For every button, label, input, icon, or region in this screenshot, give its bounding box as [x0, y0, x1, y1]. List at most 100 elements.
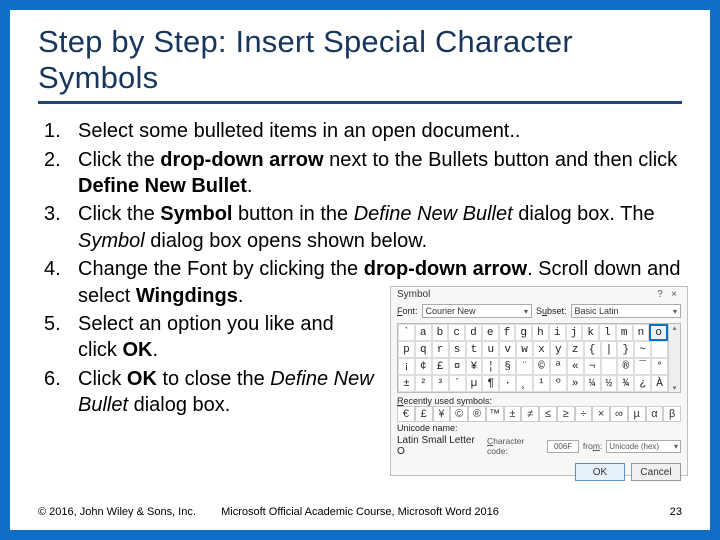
symbol-cell[interactable]: ¨ — [516, 358, 533, 375]
symbol-cell[interactable]: ¯ — [634, 358, 651, 375]
font-subset-row: Font: Courier New ▾ Subset: Basic Latin … — [391, 302, 687, 320]
symbol-cell[interactable] — [651, 341, 668, 358]
symbol-cell[interactable]: ` — [398, 324, 415, 341]
dialog-help-button[interactable]: ? — [653, 289, 667, 300]
recent-symbol-cell[interactable]: ¥ — [433, 406, 451, 422]
recent-symbol-cell[interactable]: β — [663, 406, 681, 422]
symbol-cell[interactable]: n — [633, 324, 650, 341]
symbol-cell[interactable]: ´ — [449, 375, 466, 392]
symbol-cell[interactable]: r — [432, 341, 449, 358]
recent-symbol-cell[interactable]: ÷ — [575, 406, 593, 422]
symbol-cell[interactable]: ¸ — [516, 375, 533, 392]
symbol-cell[interactable]: ª — [550, 358, 567, 375]
symbol-cell[interactable]: w — [516, 341, 533, 358]
dialog-button-row: OK Cancel — [391, 459, 687, 483]
symbol-cell[interactable]: ® — [617, 358, 634, 375]
recent-symbol-cell[interactable]: α — [646, 406, 664, 422]
symbol-cell[interactable]: f — [499, 324, 516, 341]
recent-symbol-cell[interactable]: ∞ — [610, 406, 628, 422]
from-dropdown[interactable]: Unicode (hex) ▾ — [606, 440, 681, 453]
symbol-cell[interactable]: ¢ — [415, 358, 432, 375]
symbol-cell[interactable]: x — [533, 341, 550, 358]
symbol-cell[interactable]: l — [599, 324, 616, 341]
symbol-cell[interactable]: ~ — [634, 341, 651, 358]
recent-symbol-cell[interactable]: ® — [468, 406, 486, 422]
slide: Step by Step: Insert Special Character S… — [0, 0, 720, 540]
symbol-cell[interactable]: } — [617, 341, 634, 358]
symbol-cell[interactable]: µ — [466, 375, 483, 392]
symbol-cell[interactable]: y — [550, 341, 567, 358]
symbol-cell[interactable]: c — [448, 324, 465, 341]
symbol-cell[interactable]: £ — [432, 358, 449, 375]
symbol-cell[interactable]: ¼ — [584, 375, 601, 392]
symbol-cell[interactable]: ¿ — [634, 375, 651, 392]
symbol-cell[interactable]: » — [567, 375, 584, 392]
symbol-cell[interactable]: p — [398, 341, 415, 358]
symbol-cell[interactable]: « — [567, 358, 584, 375]
subset-dropdown[interactable]: Basic Latin ▾ — [571, 304, 681, 318]
symbol-cell[interactable]: g — [515, 324, 532, 341]
close-icon[interactable]: × — [667, 289, 681, 300]
symbol-cell[interactable]: ¶ — [482, 375, 499, 392]
symbol-cell[interactable]: ­ — [601, 358, 618, 375]
step-5: Select an option you like and click OK. — [38, 311, 378, 364]
symbol-cell[interactable]: ³ — [432, 375, 449, 392]
symbol-cell[interactable]: ¥ — [466, 358, 483, 375]
recent-symbol-cell[interactable]: ± — [504, 406, 522, 422]
symbol-cell[interactable]: h — [532, 324, 549, 341]
symbol-cell[interactable]: © — [533, 358, 550, 375]
ok-button[interactable]: OK — [575, 463, 625, 481]
symbol-cell[interactable]: | — [601, 341, 618, 358]
symbol-cell[interactable]: ¹ — [533, 375, 550, 392]
symbol-cell[interactable]: e — [482, 324, 499, 341]
symbol-cell[interactable]: ½ — [601, 375, 618, 392]
recent-symbol-cell[interactable]: µ — [628, 406, 646, 422]
symbol-cell[interactable]: a — [415, 324, 432, 341]
symbol-cell[interactable]: v — [499, 341, 516, 358]
step-1-text: Select some bulleted items in an open do… — [78, 120, 520, 142]
symbol-cell[interactable]: ° — [651, 358, 668, 375]
symbol-cell[interactable]: d — [465, 324, 482, 341]
symbol-cell[interactable]: ¬ — [584, 358, 601, 375]
symbol-cell[interactable]: o — [649, 324, 668, 341]
char-code-input[interactable]: 006F — [547, 440, 579, 453]
recent-symbol-cell[interactable]: × — [592, 406, 610, 422]
symbol-cell[interactable]: { — [584, 341, 601, 358]
symbol-cell[interactable]: ¡ — [398, 358, 415, 375]
symbol-cell[interactable]: s — [449, 341, 466, 358]
symbol-cell[interactable]: ± — [398, 375, 415, 392]
grid-scrollbar[interactable]: ▴ ▾ — [668, 324, 680, 392]
recent-symbol-cell[interactable]: ≠ — [521, 406, 539, 422]
symbol-cell[interactable]: ¾ — [617, 375, 634, 392]
font-label: Font: — [397, 306, 418, 316]
symbol-cell[interactable]: i — [549, 324, 566, 341]
dialog-titlebar: Symbol ? × — [391, 287, 687, 302]
recent-symbol-cell[interactable]: ™ — [486, 406, 504, 422]
symbol-grid: `abcdefghijklmno pqrstuvwxyz{|}~ ¡¢£¤¥¦§¨… — [397, 323, 681, 393]
scroll-down-icon[interactable]: ▾ — [673, 384, 677, 392]
symbol-cell[interactable]: u — [482, 341, 499, 358]
symbol-cell[interactable]: · — [499, 375, 516, 392]
symbol-cell[interactable]: k — [582, 324, 599, 341]
recent-symbol-cell[interactable]: £ — [415, 406, 433, 422]
symbol-cell[interactable]: ¦ — [482, 358, 499, 375]
cancel-button[interactable]: Cancel — [631, 463, 681, 481]
symbol-cell[interactable]: b — [432, 324, 449, 341]
symbol-cell[interactable]: t — [466, 341, 483, 358]
symbol-cell[interactable]: q — [415, 341, 432, 358]
symbol-cell[interactable]: À — [651, 375, 668, 392]
recent-label: Recently used symbols: — [391, 395, 687, 406]
symbol-cell[interactable]: m — [616, 324, 633, 341]
symbol-cell[interactable]: j — [566, 324, 583, 341]
symbol-cell[interactable]: º — [550, 375, 567, 392]
recent-symbol-cell[interactable]: ≤ — [539, 406, 557, 422]
symbol-cell[interactable]: ¤ — [449, 358, 466, 375]
recent-symbol-cell[interactable]: © — [450, 406, 468, 422]
recent-symbol-cell[interactable]: € — [397, 406, 415, 422]
symbol-cell[interactable]: ² — [415, 375, 432, 392]
symbol-cell[interactable]: § — [499, 358, 516, 375]
font-dropdown[interactable]: Courier New ▾ — [422, 304, 532, 318]
scroll-up-icon[interactable]: ▴ — [673, 324, 677, 332]
recent-symbol-cell[interactable]: ≥ — [557, 406, 575, 422]
symbol-cell[interactable]: z — [567, 341, 584, 358]
